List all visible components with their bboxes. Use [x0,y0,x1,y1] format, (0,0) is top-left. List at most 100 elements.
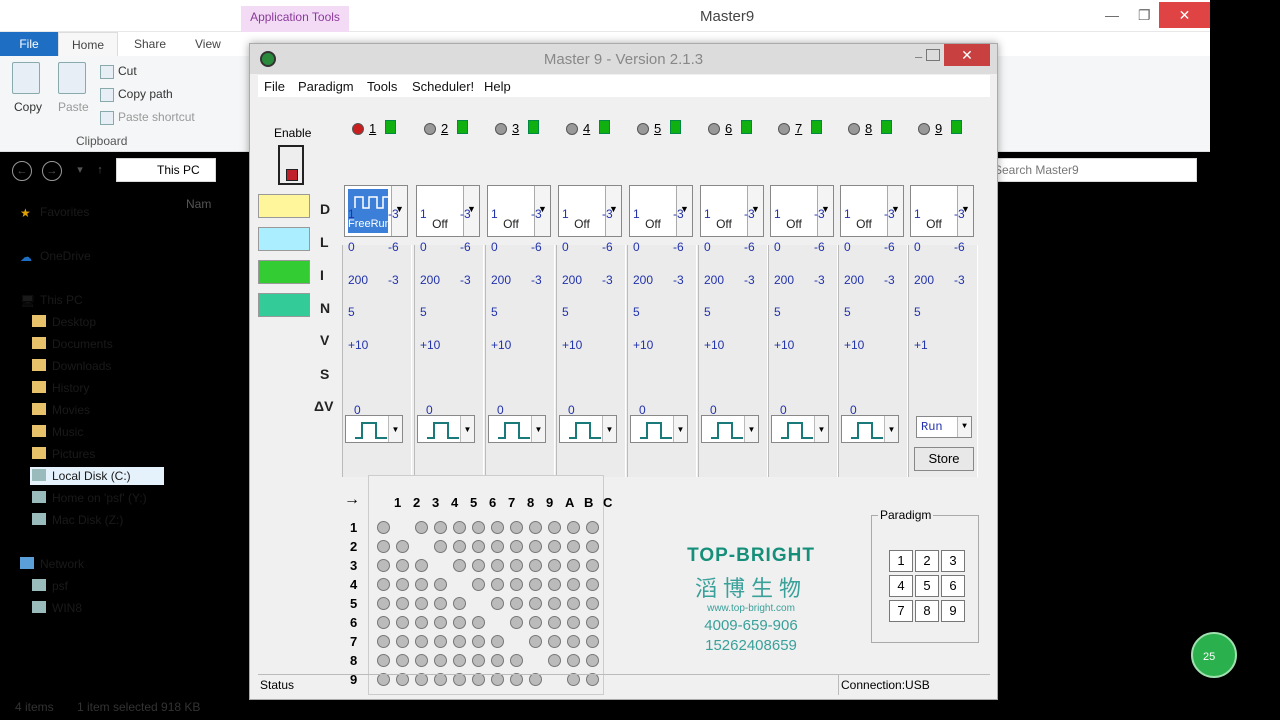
param-i-exp[interactable]: -3 [673,273,684,287]
tree-item-win8[interactable]: WIN8 [32,601,82,615]
param-l-value[interactable]: 0 [704,240,711,254]
param-i-value[interactable]: 200 [348,273,368,287]
matrix-cell[interactable] [415,559,428,572]
matrix-cell[interactable] [548,654,561,667]
close-icon[interactable]: ✕ [944,44,990,66]
param-i-value[interactable]: 200 [420,273,440,287]
matrix-cell[interactable] [472,521,485,534]
param-l-exp[interactable]: -6 [388,240,399,254]
paste-button[interactable]: Paste [58,100,89,114]
param-d-exp[interactable]: -3 [673,207,684,221]
notification-badge[interactable]: 25 [1191,632,1237,678]
matrix-cell[interactable] [529,578,542,591]
channel-number[interactable]: 4 [583,121,590,136]
matrix-cell[interactable] [586,654,599,667]
param-d-value[interactable]: 1 [844,207,851,221]
param-d-value[interactable]: 1 [633,207,640,221]
close-icon[interactable]: ✕ [1159,2,1210,28]
paradigm-button[interactable]: 9 [941,600,965,622]
param-d-exp[interactable]: -3 [884,207,895,221]
tree-item-documents[interactable]: Documents [32,337,113,351]
param-l-exp[interactable]: -6 [814,240,825,254]
minimize-icon[interactable]: — [1105,7,1119,23]
paradigm-button[interactable]: 2 [915,550,939,572]
param-v[interactable]: +10 [633,338,653,352]
param-i-exp[interactable]: -3 [388,273,399,287]
matrix-cell[interactable] [472,559,485,572]
cut-button[interactable]: Cut [100,64,137,79]
param-n[interactable]: 5 [844,305,851,319]
tab-file[interactable]: File [0,32,58,56]
param-d-exp[interactable]: -3 [388,207,399,221]
matrix-cell[interactable] [586,521,599,534]
tree-item-pictures[interactable]: Pictures [32,447,95,461]
param-i-exp[interactable]: -3 [744,273,755,287]
copy-icon[interactable] [12,62,44,94]
matrix-cell[interactable] [567,578,580,591]
param-l-exp[interactable]: -6 [531,240,542,254]
matrix-cell[interactable] [529,559,542,572]
matrix-cell[interactable] [453,654,466,667]
tree-item-favorites[interactable]: ★ Favorites [20,205,89,220]
up-icon[interactable]: ↑ [90,161,110,181]
matrix-cell[interactable] [510,597,523,610]
param-n[interactable]: 5 [914,305,921,319]
channel-number[interactable]: 3 [512,121,519,136]
matrix-cell[interactable] [377,597,390,610]
tree-item-psf[interactable]: psf [32,579,68,593]
back-icon[interactable]: ← [12,161,32,181]
channel-shape-select[interactable]: ▼ [417,415,475,443]
tree-item-mac-disk[interactable]: Mac Disk (Z:) [32,513,123,527]
matrix-cell[interactable] [396,559,409,572]
param-v[interactable]: +10 [844,338,864,352]
run-select[interactable]: Run ▼ [916,416,972,438]
param-l-exp[interactable]: -6 [460,240,471,254]
param-d-value[interactable]: 1 [914,207,921,221]
param-l-exp[interactable]: -6 [954,240,965,254]
tree-item-onedrive[interactable]: ☁ OneDrive [20,249,91,264]
application-tools-tab[interactable]: Application Tools [241,6,349,32]
matrix-cell[interactable] [491,597,504,610]
matrix-cell[interactable] [586,597,599,610]
matrix-cell[interactable] [510,654,523,667]
matrix-cell[interactable] [472,578,485,591]
channel-number[interactable]: 2 [441,121,448,136]
matrix-cell[interactable] [586,559,599,572]
matrix-cell[interactable] [377,654,390,667]
param-d-value[interactable]: 1 [704,207,711,221]
matrix-cell[interactable] [567,654,580,667]
param-i-value[interactable]: 200 [914,273,934,287]
matrix-cell[interactable] [548,616,561,629]
tree-item-downloads[interactable]: Downloads [32,359,111,373]
matrix-cell[interactable] [529,521,542,534]
menu-help[interactable]: Help [484,79,511,94]
matrix-cell[interactable] [453,521,466,534]
matrix-cell[interactable] [377,578,390,591]
matrix-cell[interactable] [434,578,447,591]
param-l-value[interactable]: 0 [774,240,781,254]
matrix-cell[interactable] [548,635,561,648]
tree-item-music[interactable]: Music [32,425,83,439]
menu-file[interactable]: File [264,79,285,94]
param-i-value[interactable]: 200 [844,273,864,287]
param-i-value[interactable]: 200 [704,273,724,287]
matrix-cell[interactable] [548,597,561,610]
param-l-exp[interactable]: -6 [884,240,895,254]
enable-switch[interactable] [278,145,304,185]
paradigm-button[interactable]: 5 [915,575,939,597]
tree-item-movies[interactable]: Movies [32,403,90,417]
tab-share[interactable]: Share [134,32,166,56]
param-d-value[interactable]: 1 [774,207,781,221]
matrix-cell[interactable] [586,578,599,591]
paradigm-button[interactable]: 7 [889,600,913,622]
param-i-value[interactable]: 200 [633,273,653,287]
channel-shape-select[interactable]: ▼ [488,415,546,443]
paradigm-button[interactable]: 1 [889,550,913,572]
matrix-cell[interactable] [510,578,523,591]
matrix-cell[interactable] [510,616,523,629]
matrix-cell[interactable] [472,654,485,667]
matrix-cell[interactable] [491,540,504,553]
param-v[interactable]: +10 [491,338,511,352]
matrix-cell[interactable] [453,635,466,648]
param-i-value[interactable]: 200 [774,273,794,287]
